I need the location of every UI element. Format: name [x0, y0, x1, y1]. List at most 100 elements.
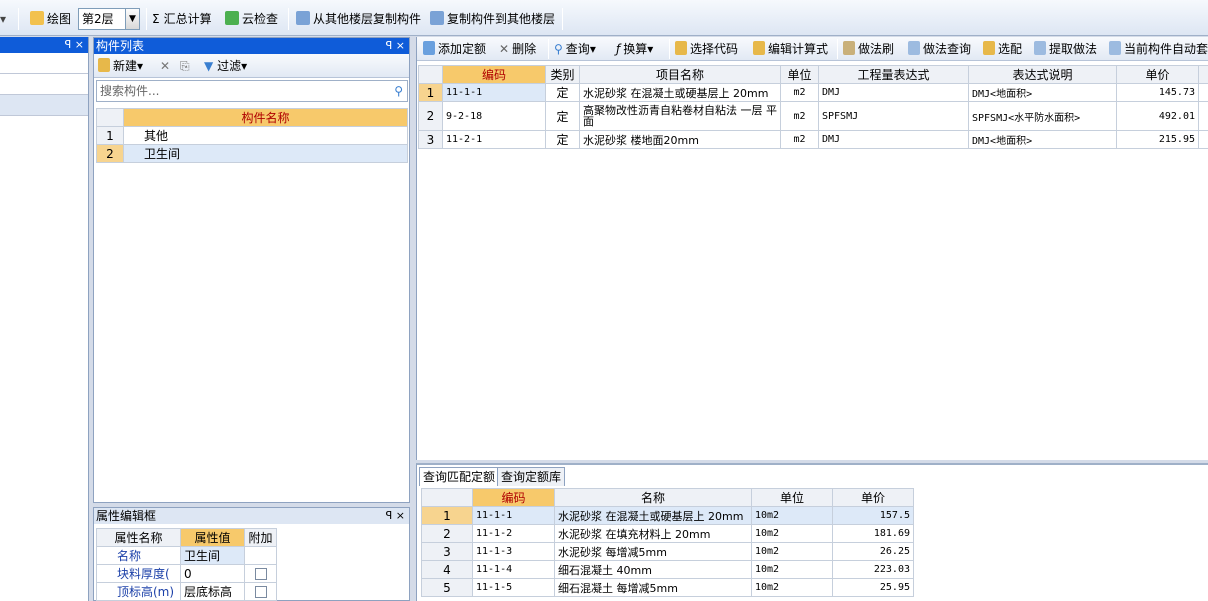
- unit-price-cell[interactable]: 492.01: [1116, 101, 1199, 131]
- type-cell[interactable]: 定: [545, 83, 580, 102]
- table-row[interactable]: 1 其他: [96, 126, 408, 145]
- checkbox[interactable]: [254, 567, 267, 580]
- property-value-cell[interactable]: 0: [180, 564, 245, 583]
- auto-component-button[interactable]: 当前构件自动套: [1109, 39, 1208, 59]
- pin-close-icon[interactable]: ꟼ ×: [386, 508, 405, 524]
- nav-row[interactable]: [0, 53, 88, 74]
- component-name-cell[interactable]: 其他: [123, 126, 408, 145]
- property-value-cell[interactable]: 卫生间: [180, 546, 245, 565]
- unit-cell[interactable]: m2: [780, 130, 819, 149]
- delete-button[interactable]: ✕ 删除: [499, 39, 536, 59]
- property-row[interactable]: 名称 卫生间: [96, 546, 277, 565]
- query-button[interactable]: ⚲ 查询▾: [554, 39, 596, 59]
- pick-button[interactable]: 选配: [983, 39, 1022, 59]
- unit-price-cell[interactable]: 223.03: [832, 560, 914, 579]
- type-cell[interactable]: 定: [545, 130, 580, 149]
- unit-price-cell[interactable]: 181.69: [832, 524, 914, 543]
- table-row[interactable]: 1 11-1-1 定 水泥砂浆 在混凝土或硬基层上 20mm m2 DMJ DM…: [418, 83, 1208, 102]
- component-name-header[interactable]: 构件名称: [123, 108, 408, 127]
- code-cell[interactable]: 11-1-3: [472, 542, 555, 561]
- table-row[interactable]: 2 卫生间: [96, 144, 408, 163]
- name-cell[interactable]: 水泥砂浆 在混凝土或硬基层上 20mm: [554, 506, 752, 525]
- chevron-down-icon[interactable]: ▼: [125, 9, 139, 29]
- unit-header[interactable]: 单位: [751, 488, 833, 507]
- expression-desc-header[interactable]: 表达式说明: [968, 65, 1117, 84]
- name-cell[interactable]: 水泥砂浆 每增减5mm: [554, 542, 752, 561]
- code-cell[interactable]: 9-2-18: [442, 101, 546, 131]
- property-row[interactable]: 块料厚度( 0: [96, 564, 277, 583]
- table-row[interactable]: 1 11-1-1 水泥砂浆 在混凝土或硬基层上 20mm 10m2 157.5: [421, 506, 914, 525]
- extract-method-button[interactable]: 提取做法: [1034, 39, 1097, 59]
- draw-button[interactable]: 绘图: [30, 9, 71, 29]
- new-component-button[interactable]: 新建▾: [98, 56, 143, 76]
- nav-row[interactable]: [0, 95, 88, 116]
- add-quota-button[interactable]: 添加定额: [423, 39, 486, 59]
- unit-price-header[interactable]: 单价: [1116, 65, 1199, 84]
- item-name-cell[interactable]: 水泥砂浆 楼地面20mm: [579, 130, 781, 149]
- quantity-expression-cell[interactable]: SPFSMJ: [818, 101, 969, 131]
- code-cell[interactable]: 11-1-2: [472, 524, 555, 543]
- pin-close-icon[interactable]: ꟼ ×: [65, 37, 84, 53]
- type-header[interactable]: 类别: [545, 65, 580, 84]
- code-cell[interactable]: 11-1-1: [442, 83, 546, 102]
- unit-cell[interactable]: 10m2: [751, 560, 833, 579]
- floor-select[interactable]: 第2层 ▼: [78, 8, 140, 30]
- convert-button[interactable]: ƒ 换算▾: [616, 39, 653, 59]
- quantity-expression-cell[interactable]: DMJ: [818, 83, 969, 102]
- search-icon[interactable]: ⚲: [394, 81, 403, 101]
- tab-query-quota-library[interactable]: 查询定额库: [497, 467, 566, 486]
- table-row[interactable]: 4 11-1-4 细石混凝土 40mm 10m2 223.03: [421, 560, 914, 579]
- unit-price-cell[interactable]: 215.95: [1116, 130, 1199, 149]
- method-query-button[interactable]: 做法查询: [908, 39, 971, 59]
- table-row[interactable]: 2 9-2-18 定 高聚物改性沥青自粘卷材自粘法 一层 平面 m2 SPFSM…: [418, 101, 1208, 131]
- item-name-cell[interactable]: 高聚物改性沥青自粘卷材自粘法 一层 平面: [579, 101, 781, 131]
- unit-price-cell[interactable]: 157.5: [832, 506, 914, 525]
- type-cell[interactable]: 定: [545, 101, 580, 131]
- dropdown-arrow-icon[interactable]: ▾: [0, 9, 6, 29]
- method-brush-button[interactable]: 做法刷: [843, 39, 894, 59]
- quantity-expression-cell[interactable]: DMJ: [818, 130, 969, 149]
- select-code-button[interactable]: 选择代码: [675, 39, 738, 59]
- name-cell[interactable]: 水泥砂浆 在填充材料上 20mm: [554, 524, 752, 543]
- unit-price-cell[interactable]: 145.73: [1116, 83, 1199, 102]
- pin-close-icon[interactable]: ꟼ ×: [386, 38, 405, 54]
- delete-component-icon[interactable]: ✕: [160, 56, 170, 76]
- unit-cell[interactable]: 10m2: [751, 578, 833, 597]
- property-value-cell[interactable]: 层底标高: [180, 582, 245, 601]
- quantity-expression-header[interactable]: 工程量表达式: [818, 65, 969, 84]
- name-cell[interactable]: 细石混凝土 每增减5mm: [554, 578, 752, 597]
- unit-cell[interactable]: m2: [780, 101, 819, 131]
- nav-row[interactable]: [0, 74, 88, 95]
- unit-cell[interactable]: 10m2: [751, 506, 833, 525]
- unit-cell[interactable]: m2: [780, 83, 819, 102]
- item-name-cell[interactable]: 水泥砂浆 在混凝土或硬基层上 20mm: [579, 83, 781, 102]
- checkbox[interactable]: [254, 585, 267, 598]
- copy-from-floor-button[interactable]: 从其他楼层复制构件: [296, 9, 421, 29]
- code-header[interactable]: 编码: [442, 65, 546, 84]
- unit-header[interactable]: 单位: [780, 65, 819, 84]
- unit-price-cell[interactable]: 26.25: [832, 542, 914, 561]
- code-cell[interactable]: 11-2-1: [442, 130, 546, 149]
- component-search-input[interactable]: 搜索构件... ⚲: [96, 80, 408, 102]
- component-name-cell[interactable]: 卫生间: [123, 144, 408, 163]
- edit-formula-button[interactable]: 编辑计算式: [753, 39, 828, 59]
- code-cell[interactable]: 11-1-5: [472, 578, 555, 597]
- copy-icon[interactable]: ⎘: [180, 56, 190, 76]
- sum-calc-button[interactable]: Σ 汇总计算: [152, 9, 212, 29]
- unit-cell[interactable]: 10m2: [751, 524, 833, 543]
- code-cell[interactable]: 11-1-1: [472, 506, 555, 525]
- table-row[interactable]: 5 11-1-5 细石混凝土 每增减5mm 10m2 25.95: [421, 578, 914, 597]
- table-row[interactable]: 2 11-1-2 水泥砂浆 在填充材料上 20mm 10m2 181.69: [421, 524, 914, 543]
- unit-price-header[interactable]: 单价: [832, 488, 914, 507]
- name-cell[interactable]: 细石混凝土 40mm: [554, 560, 752, 579]
- cloud-check-button[interactable]: 云检查: [225, 9, 278, 29]
- unit-price-cell[interactable]: 25.95: [832, 578, 914, 597]
- copy-to-floor-button[interactable]: 复制构件到其他楼层: [430, 9, 555, 29]
- filter-button[interactable]: ▼ 过滤▾: [204, 56, 247, 76]
- name-header[interactable]: 名称: [554, 488, 752, 507]
- code-header[interactable]: 编码: [472, 488, 555, 507]
- property-row[interactable]: 顶标高(m) 层底标高: [96, 582, 277, 601]
- table-row[interactable]: 3 11-1-3 水泥砂浆 每增减5mm 10m2 26.25: [421, 542, 914, 561]
- code-cell[interactable]: 11-1-4: [472, 560, 555, 579]
- table-row[interactable]: 3 11-2-1 定 水泥砂浆 楼地面20mm m2 DMJ DMJ<地面积> …: [418, 130, 1208, 149]
